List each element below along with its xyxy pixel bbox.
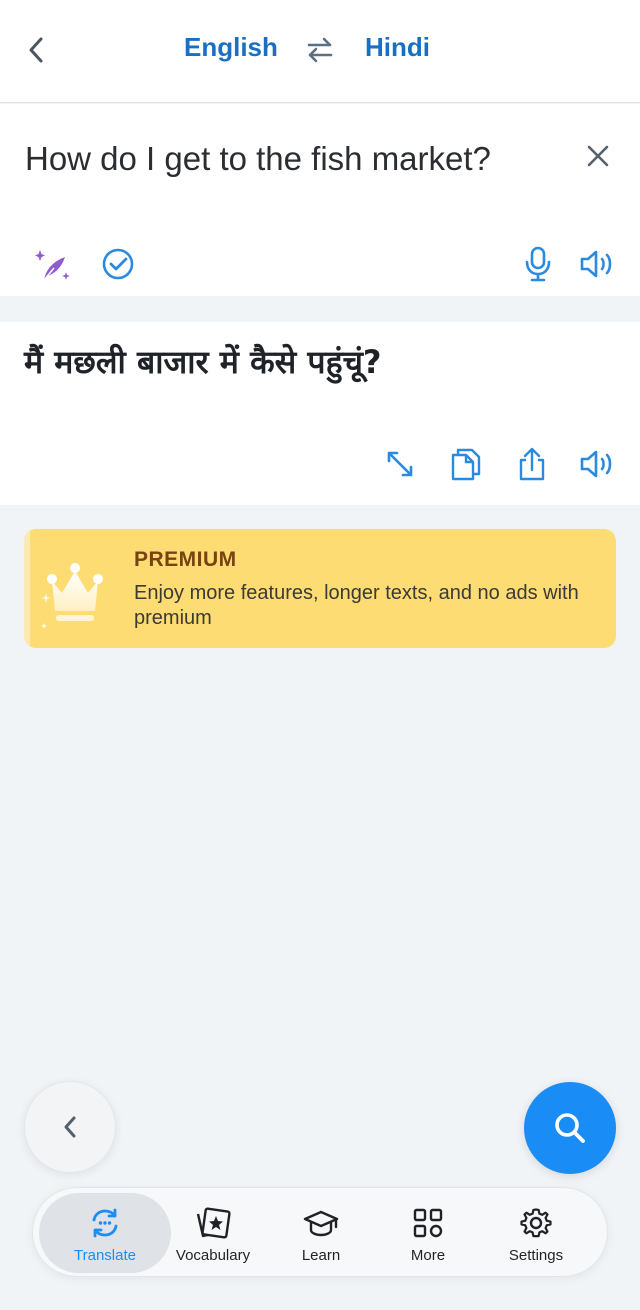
top-bar: English Hindi (0, 0, 640, 103)
gear-icon (517, 1205, 555, 1241)
banner-accent-stripe (24, 529, 30, 648)
tab-label: Translate (74, 1247, 136, 1264)
tab-translate[interactable]: Translate (39, 1193, 171, 1273)
speaker-icon (580, 250, 612, 278)
microphone-icon (525, 246, 551, 282)
grammar-check-button[interactable] (96, 242, 140, 286)
chevron-left-icon (29, 37, 43, 63)
back-button[interactable] (18, 30, 54, 70)
tab-label: Vocabulary (175, 1247, 251, 1264)
search-icon (555, 1113, 585, 1143)
speak-translation-button[interactable] (576, 442, 620, 486)
copy-icon (451, 448, 481, 481)
speaker-icon (580, 450, 612, 478)
premium-title: PREMIUM (134, 548, 237, 571)
copy-button[interactable] (444, 442, 488, 486)
premium-banner[interactable]: PREMIUM Enjoy more features, longer text… (24, 529, 616, 648)
target-language-selector[interactable]: Hindi (365, 32, 430, 63)
source-language-selector[interactable]: English (184, 32, 278, 63)
premium-description: Enjoy more features, longer texts, and n… (134, 582, 579, 629)
tab-label: More (410, 1247, 446, 1264)
tab-vocabulary[interactable]: Vocabulary (159, 1193, 267, 1273)
swap-icon (307, 37, 333, 63)
share-button[interactable] (510, 442, 554, 486)
grid-icon (409, 1205, 447, 1241)
check-circle-icon (102, 248, 134, 280)
chevron-left-icon (64, 1116, 76, 1138)
swap-languages-button[interactable] (302, 32, 338, 68)
input-card: How do I get to the fish market? (0, 104, 640, 296)
translate-icon (86, 1205, 124, 1241)
clear-text-button[interactable] (580, 138, 616, 174)
source-text-input[interactable]: How do I get to the fish market? (25, 140, 491, 178)
share-icon (519, 447, 545, 481)
floating-back-button[interactable] (24, 1081, 116, 1173)
close-icon (587, 145, 609, 167)
tab-label: Learn (301, 1247, 341, 1264)
tab-settings[interactable]: Settings (482, 1193, 590, 1273)
translation-card: मैं मछली बाजार में कैसे पहुंचूं? (0, 322, 640, 505)
search-button[interactable] (524, 1082, 616, 1174)
translation-text: मैं मछली बाजार में कैसे पहुंचूं? (24, 343, 382, 381)
graduation-cap-icon (302, 1205, 340, 1241)
ai-rewrite-button[interactable] (30, 242, 74, 286)
microphone-button[interactable] (516, 242, 560, 286)
magic-feather-icon (35, 250, 70, 281)
vocabulary-cards-icon (194, 1205, 232, 1241)
tab-learn[interactable]: Learn (267, 1193, 375, 1273)
expand-icon (387, 451, 413, 477)
crown-icon (41, 563, 103, 629)
bottom-tab-bar: Translate Vocabulary Learn More Settings (32, 1187, 608, 1277)
speak-source-button[interactable] (576, 242, 620, 286)
expand-button[interactable] (378, 442, 422, 486)
tab-more[interactable]: More (374, 1193, 482, 1273)
tab-label: Settings (508, 1247, 564, 1264)
